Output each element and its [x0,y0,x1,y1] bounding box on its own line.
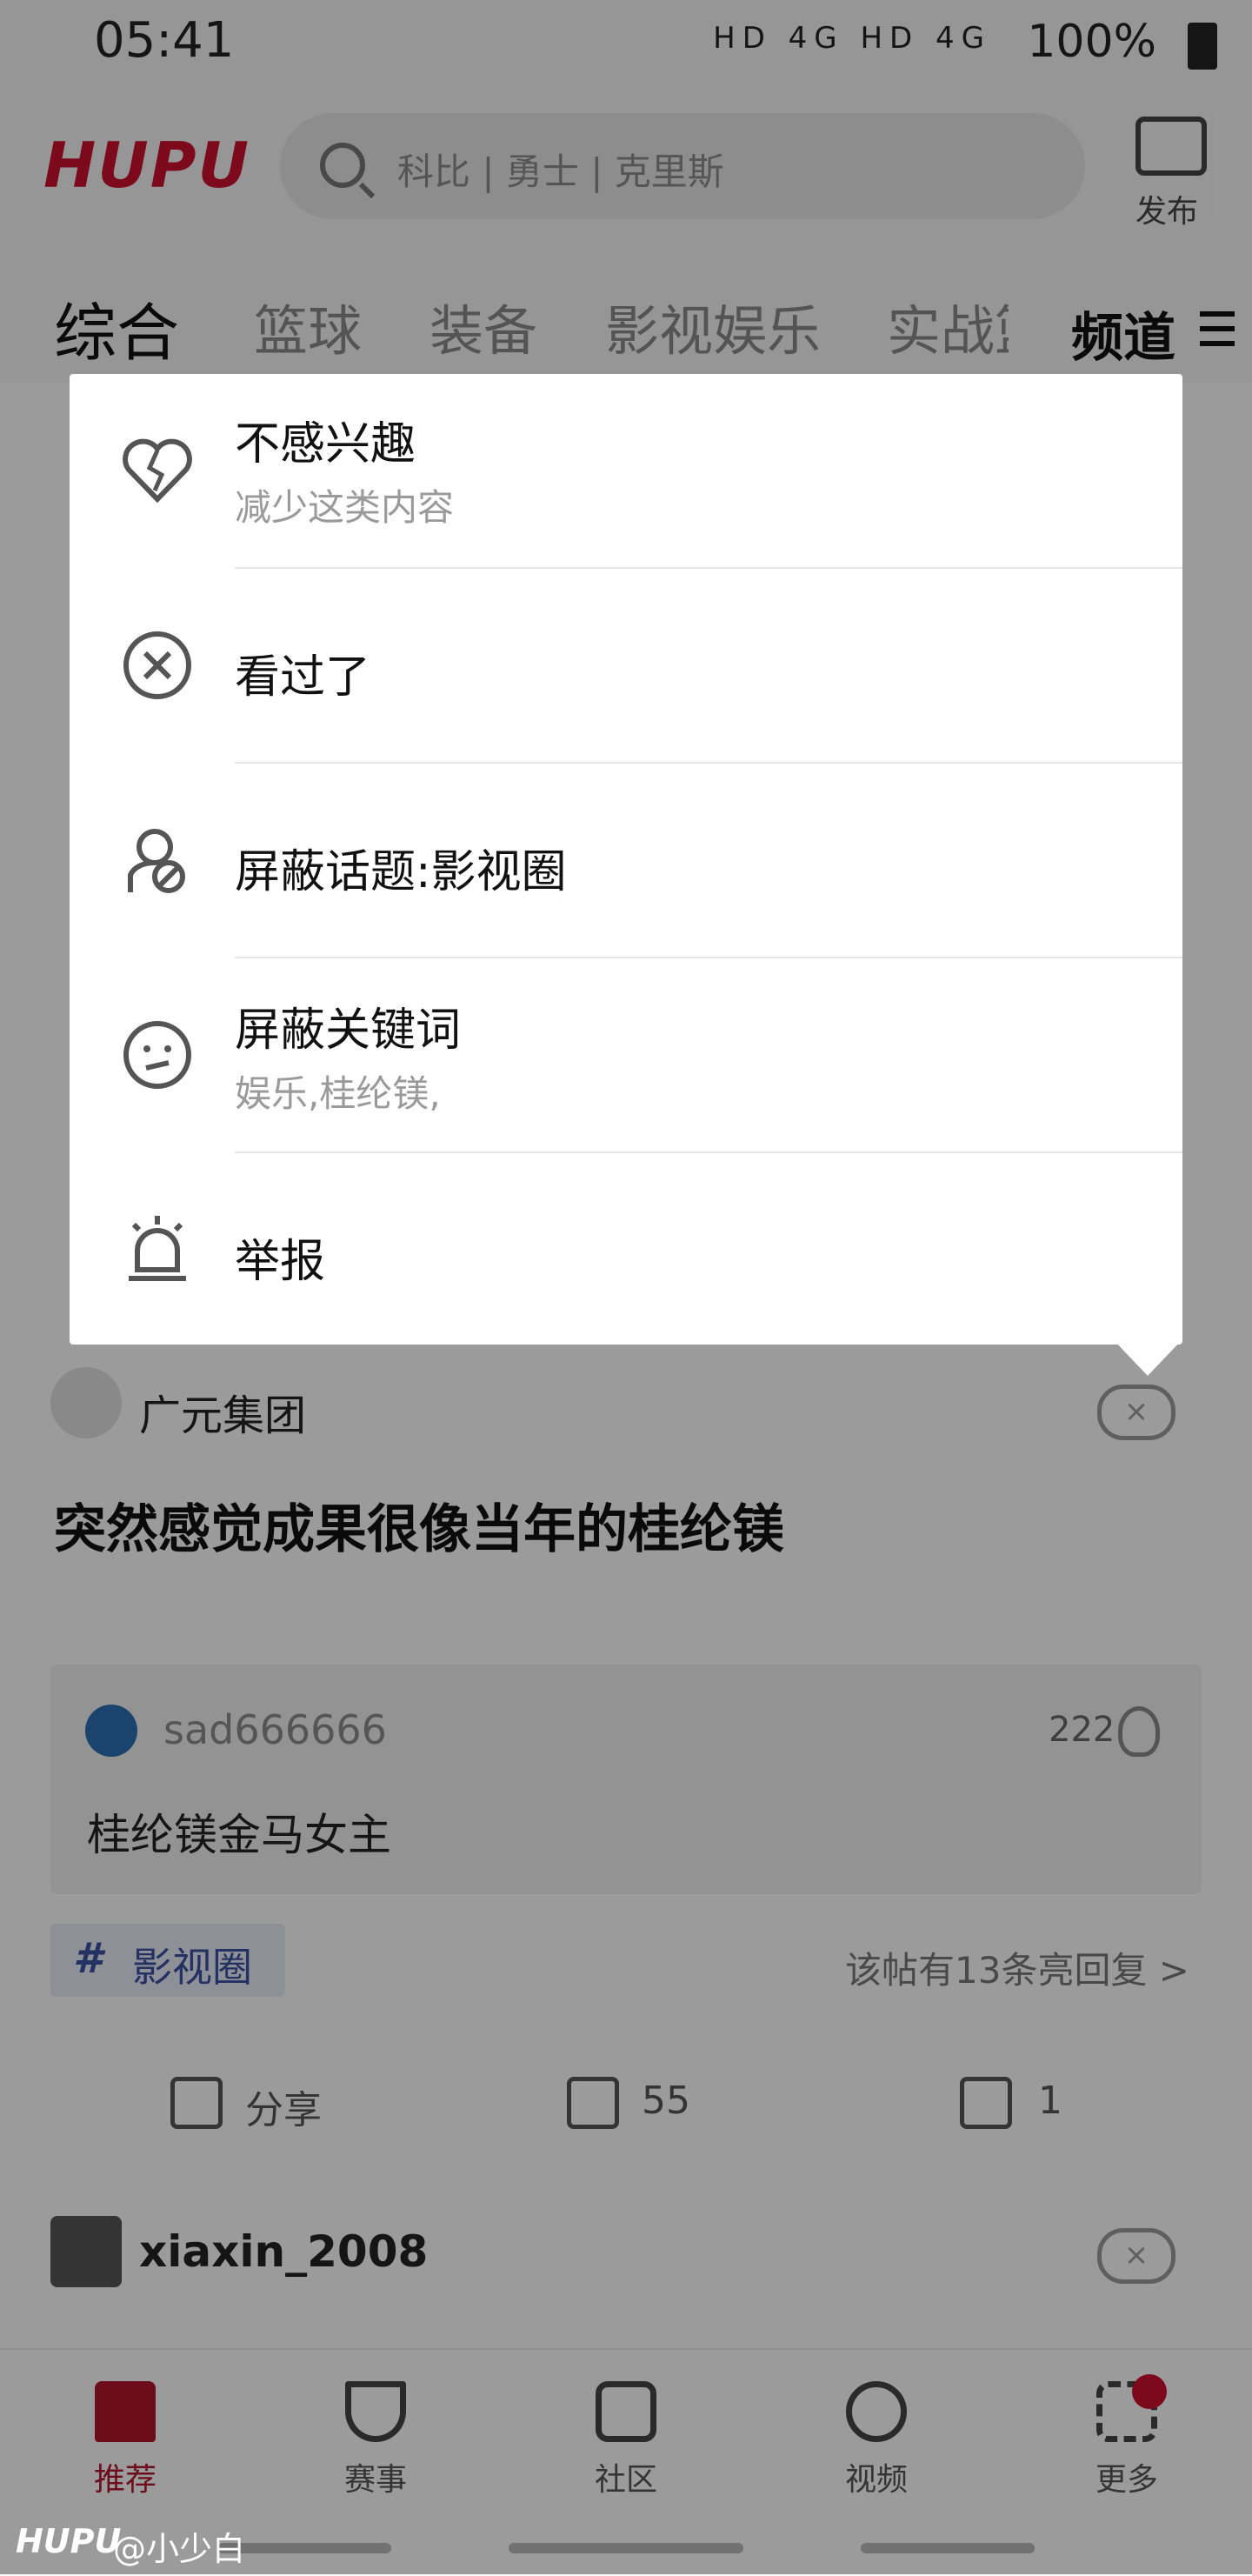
menu-item-report[interactable]: 举报 [70,1153,1182,1348]
block-topic-icon [128,829,185,893]
menu-label: 举报 [235,1236,326,1288]
confused-face-icon [123,1021,191,1089]
x-circle-icon [123,631,191,699]
menu-sublabel: 娱乐,桂纶镁, [235,1072,441,1115]
menu-label: 屏蔽关键词 [235,1004,462,1057]
menu-label: 看过了 [235,651,371,704]
menu-item-block-keywords[interactable]: 屏蔽关键词 娱乐,桂纶镁, [70,958,1182,1153]
menu-item-seen[interactable]: 看过了 [70,569,1182,764]
menu-item-block-topic[interactable]: 屏蔽话题:影视圈 [70,764,1182,958]
alarm-siren-icon [129,1216,186,1281]
menu-sublabel: 减少这类内容 [235,486,455,529]
broken-heart-icon [123,438,192,504]
menu-label: 屏蔽话题:影视圈 [235,846,567,898]
watermark-author: @小少白 [113,2530,246,2568]
menu-pointer [1113,1339,1182,1376]
watermark-logo: HUPU [16,2522,122,2560]
menu-item-not-interested[interactable]: 不感兴趣 减少这类内容 [70,374,1182,569]
post-options-menu: 不感兴趣 减少这类内容 看过了 屏蔽话题:影视圈 屏蔽关键词 娱乐,桂纶镁, 举… [70,374,1182,1345]
menu-label: 不感兴趣 [235,418,416,470]
